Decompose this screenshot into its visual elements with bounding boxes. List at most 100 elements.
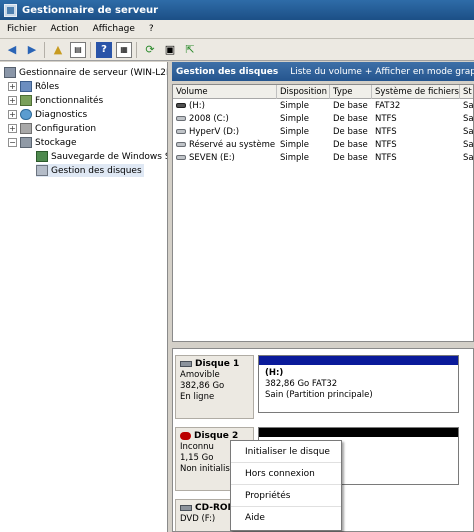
tree-item-storage[interactable]: − Stockage — [8, 136, 77, 149]
type-cell: De base — [333, 127, 368, 137]
layout-cell: Simple — [280, 101, 310, 111]
volume-cell: 2008 (C:) — [173, 113, 277, 126]
configuration-icon — [20, 123, 32, 134]
layout-cell: Simple — [280, 140, 310, 150]
menu-item-initialize-disk[interactable]: Initialiser le disque — [231, 441, 341, 463]
title-bar: Gestionnaire de serveur — [0, 0, 474, 20]
column-layout[interactable]: Disposition — [277, 85, 330, 99]
menu-item-help[interactable]: Aide — [231, 507, 341, 529]
menu-item-properties[interactable]: Propriétés — [231, 485, 341, 507]
backup-icon — [36, 151, 48, 162]
roles-icon — [20, 81, 32, 92]
server-icon — [4, 67, 16, 78]
menu-help[interactable]: ? — [142, 24, 161, 34]
column-type[interactable]: Type — [330, 85, 372, 99]
tree-label-backup: Sauvegarde de Windows Se — [51, 151, 168, 162]
toolbar: ◀ ▶ ▲ ▤ ? ▦ ⟳ ▣ ⇱ — [0, 39, 474, 61]
expand-icon[interactable]: + — [8, 124, 17, 133]
layout-cell: Simple — [280, 153, 310, 163]
filesystem-cell: NTFS — [375, 127, 397, 137]
removable-disk-icon — [180, 360, 192, 367]
diagnostics-icon — [20, 109, 32, 120]
menu-action[interactable]: Action — [43, 24, 85, 34]
menu-item-offline[interactable]: Hors connexion — [231, 463, 341, 485]
back-arrow-icon[interactable]: ◀ — [4, 42, 20, 58]
tree-root[interactable]: Gestionnaire de serveur (WIN-L2EU — [4, 66, 168, 79]
disk1-label[interactable]: Disque 1 Amovible 382,86 Go En ligne — [175, 355, 254, 419]
window-title: Gestionnaire de serveur — [22, 4, 159, 16]
column-status[interactable]: St — [460, 85, 473, 99]
disk1-partition[interactable]: (H:) 382,86 Go FAT32 Sain (Partition pri… — [258, 355, 459, 413]
export-icon[interactable]: ⇱ — [182, 42, 198, 58]
disk1-name: Disque 1 — [195, 359, 240, 369]
column-filesystem[interactable]: Système de fichiers — [372, 85, 460, 99]
tree-item-disk-management[interactable]: Gestion des disques — [36, 164, 144, 177]
tree-item-roles[interactable]: + Rôles — [8, 80, 59, 93]
server-manager-icon — [4, 3, 17, 17]
filesystem-cell: NTFS — [375, 114, 397, 124]
filesystem-cell: FAT32 — [375, 101, 401, 111]
expand-icon[interactable]: + — [8, 82, 17, 91]
volume-icon — [176, 142, 186, 147]
table-row[interactable]: SEVEN (E:) Simple De base NTFS Sa — [173, 152, 474, 165]
table-row[interactable]: 2008 (C:) Simple De base NTFS Sa — [173, 113, 474, 126]
status-cell: Sa — [463, 101, 474, 111]
layout-cell: Simple — [280, 114, 310, 124]
storage-icon — [20, 137, 32, 148]
disk1-size: 382,86 Go — [180, 381, 225, 391]
tree-item-configuration[interactable]: + Configuration — [8, 122, 96, 135]
menu-bar: Fichier Action Affichage ? — [0, 20, 474, 39]
tree-item-features[interactable]: + Fonctionnalités — [8, 94, 103, 107]
volume-icon — [176, 103, 186, 108]
tree-label-disk-management: Gestion des disques — [51, 165, 142, 176]
help-icon[interactable]: ? — [96, 41, 112, 58]
menu-affichage[interactable]: Affichage — [86, 24, 142, 34]
type-cell: De base — [333, 101, 368, 111]
tree-root-label: Gestionnaire de serveur (WIN-L2EU — [19, 67, 168, 78]
collapse-icon[interactable]: − — [8, 138, 17, 147]
partition-primary-bar — [259, 356, 458, 365]
partition-status: Sain (Partition principale) — [265, 390, 373, 400]
expand-icon[interactable]: + — [8, 96, 17, 105]
status-cell: Sa — [463, 114, 474, 124]
tree-label-diagnostics: Diagnostics — [35, 109, 88, 120]
status-cell: Sa — [463, 153, 474, 163]
filesystem-cell: NTFS — [375, 153, 397, 163]
volume-cell: SEVEN (E:) — [173, 152, 277, 165]
disk1-status: En ligne — [180, 392, 215, 402]
table-row[interactable]: HyperV (D:) Simple De base NTFS Sa — [173, 126, 474, 139]
context-menu: Initialiser le disque Hors connexion Pro… — [230, 440, 342, 531]
volume-list: Volume Disposition Type Système de fichi… — [172, 84, 474, 342]
type-cell: De base — [333, 153, 368, 163]
status-cell: Sa — [463, 140, 474, 150]
partition-name: (H:) — [265, 368, 284, 378]
volume-cell: HyperV (D:) — [173, 126, 277, 139]
properties-icon[interactable]: ▣ — [162, 42, 178, 58]
forward-arrow-icon[interactable]: ▶ — [24, 42, 40, 58]
toolbar-separator — [44, 41, 45, 58]
show-hide-tree-icon[interactable]: ▤ — [70, 41, 86, 58]
volume-list-header: Volume Disposition Type Système de fichi… — [173, 85, 473, 99]
tree-label-configuration: Configuration — [35, 123, 97, 134]
tree-item-diagnostics[interactable]: + Diagnostics — [8, 108, 87, 121]
table-row[interactable]: Réservé au système Simple De base NTFS S… — [173, 139, 474, 152]
table-row[interactable]: (H:) Simple De base FAT32 Sa — [173, 100, 474, 113]
menu-fichier[interactable]: Fichier — [0, 24, 43, 34]
tree-label-roles: Rôles — [35, 81, 60, 92]
panel-title: Gestion des disques — [176, 66, 279, 77]
column-volume[interactable]: Volume — [173, 85, 277, 99]
volume-icon — [176, 129, 186, 134]
list-view-icon[interactable]: ▦ — [116, 41, 132, 58]
refresh-icon[interactable]: ⟳ — [142, 42, 158, 58]
disk1-type: Amovible — [180, 370, 220, 380]
volume-cell: (H:) — [173, 100, 277, 113]
layout-cell: Simple — [280, 127, 310, 137]
status-cell: Sa — [463, 127, 474, 137]
panel-header: Gestion des disques Liste du volume + Af… — [172, 62, 474, 81]
up-folder-icon[interactable]: ▲ — [50, 42, 66, 58]
toolbar-separator — [136, 41, 137, 58]
panel-subtitle: Liste du volume + Afficher en mode graph… — [290, 66, 474, 77]
tree-item-backup[interactable]: Sauvegarde de Windows Se — [36, 150, 168, 163]
expand-icon[interactable]: + — [8, 110, 17, 119]
not-initialized-icon — [180, 431, 191, 440]
